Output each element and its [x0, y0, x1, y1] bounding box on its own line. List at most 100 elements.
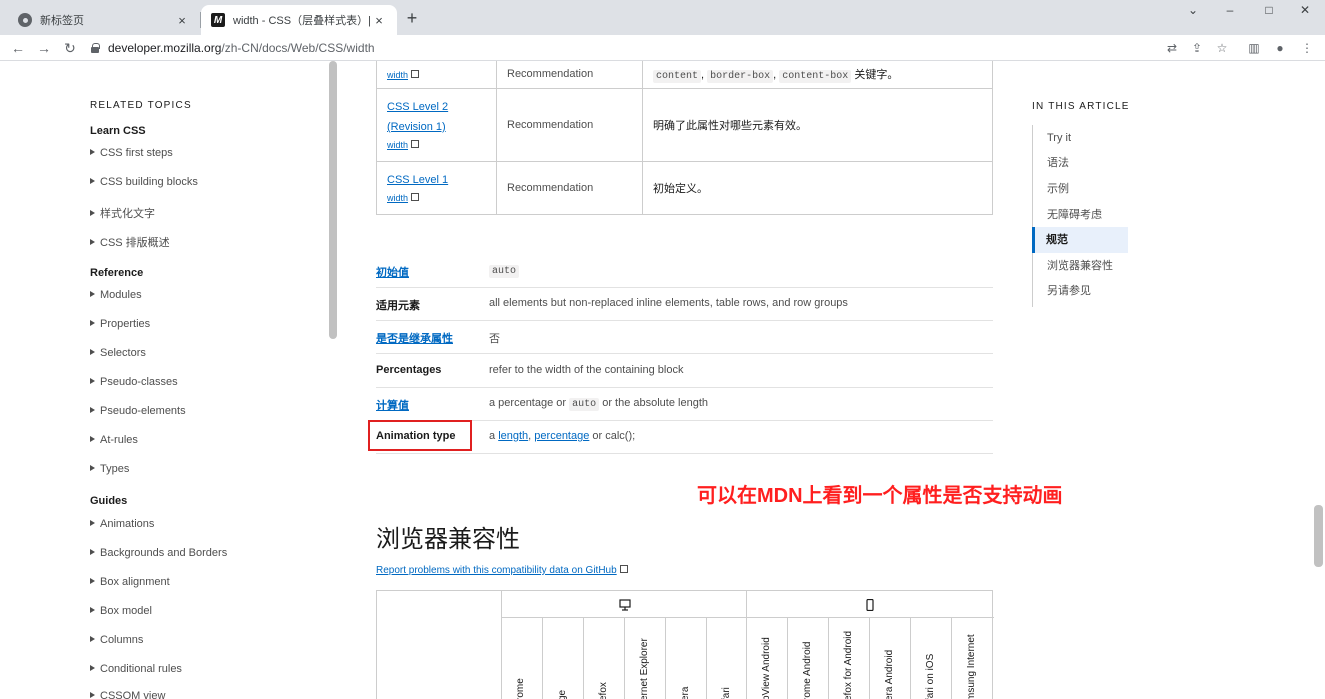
expand-triangle-icon: [90, 665, 95, 671]
close-tab-icon[interactable]: ×: [174, 13, 190, 28]
sidebar-item[interactable]: Conditional rules: [90, 663, 182, 675]
table-row: width Recommendation content, border-box…: [376, 61, 993, 89]
sidebar-item[interactable]: 样式化文字: [90, 205, 155, 221]
length-link[interactable]: length: [498, 430, 528, 442]
prop-value: all elements but non-replaced inline ele…: [489, 297, 848, 309]
compat-heading: 浏览器兼容性: [376, 526, 520, 553]
share-icon[interactable]: ⇪: [1187, 38, 1207, 58]
close-tab-icon[interactable]: ×: [371, 13, 387, 28]
back-button[interactable]: ←: [8, 38, 28, 58]
prop-key: Percentages: [376, 364, 442, 376]
sidebar-item[interactable]: Properties: [90, 318, 150, 330]
sidebar-item[interactable]: Pseudo-classes: [90, 376, 178, 388]
address-bar[interactable]: developer.mozilla.org/zh-CN/docs/Web/CSS…: [90, 38, 1150, 58]
page-scrollbar[interactable]: [1314, 505, 1323, 567]
maximize-button[interactable]: □: [1249, 0, 1289, 20]
sidebar-group-guides: Guides: [90, 495, 128, 507]
toc-list: Try it 语法 示例 无障碍考虑 规范 浏览器兼容性 另请参见: [1032, 125, 1128, 307]
expand-triangle-icon: [90, 578, 95, 584]
spec-cell: width: [376, 61, 497, 89]
prop-value: refer to the width of the containing blo…: [489, 364, 684, 376]
sidebar-item[interactable]: Box alignment: [90, 576, 170, 588]
report-problems-link[interactable]: Report problems with this compatibility …: [376, 565, 628, 576]
prop-row-computed: 计算值 a percentage or auto or the absolute…: [376, 388, 993, 421]
tab-search-icon[interactable]: ⌄: [1173, 0, 1213, 20]
sidebar-item[interactable]: CSS building blocks: [90, 176, 198, 188]
percentage-link[interactable]: percentage: [534, 430, 589, 442]
browser-header: rome: [515, 678, 526, 699]
chrome-icon: [18, 13, 32, 27]
sidebar-item[interactable]: CSS first steps: [90, 147, 173, 159]
sidebar-item[interactable]: CSSOM view: [90, 690, 165, 699]
compat-table: rome ge efox ernet Explorer era fari bVi…: [376, 590, 994, 699]
sidebar-item[interactable]: Types: [90, 463, 129, 475]
status-cell: Recommendation: [496, 161, 643, 215]
new-tab-button[interactable]: +: [402, 8, 422, 28]
tab-new-tab[interactable]: 新标签页 ×: [8, 5, 200, 35]
toc-item[interactable]: 示例: [1033, 176, 1129, 202]
sidebar-item[interactable]: Selectors: [90, 347, 146, 359]
status-cell: Recommendation: [496, 61, 643, 89]
menu-icon[interactable]: ⋮: [1297, 38, 1317, 58]
prop-row-initial: 初始值 auto: [376, 255, 993, 288]
forward-button[interactable]: →: [34, 38, 54, 58]
divider: [542, 617, 543, 699]
minimize-button[interactable]: –: [1210, 0, 1250, 20]
bookmark-star-icon[interactable]: ☆: [1212, 38, 1232, 58]
sidebar-item[interactable]: At-rules: [90, 434, 138, 446]
tab-mdn-width[interactable]: M width - CSS（层叠样式表）| M ×: [201, 5, 397, 35]
close-window-button[interactable]: ✕: [1285, 0, 1325, 20]
expand-triangle-icon: [90, 692, 95, 698]
url-host: developer.mozilla.org: [108, 41, 222, 55]
code-border-box: border-box: [707, 70, 774, 83]
spec-cell: CSS Level 1 width: [376, 161, 497, 215]
profile-icon[interactable]: ●: [1270, 38, 1290, 58]
initial-value-link[interactable]: 初始值: [376, 264, 409, 280]
toc-item[interactable]: 浏览器兼容性: [1033, 253, 1129, 279]
divider: [910, 617, 911, 699]
divider: [706, 617, 707, 699]
toc-item[interactable]: 无障碍考虑: [1033, 202, 1129, 228]
browser-header: ge: [557, 689, 568, 699]
sidebar-item[interactable]: Box model: [90, 605, 152, 617]
spec-sub-link[interactable]: width: [387, 61, 486, 83]
divider: [828, 617, 829, 699]
toc-item-active[interactable]: 规范: [1032, 227, 1128, 253]
sidebar-item[interactable]: Columns: [90, 634, 143, 646]
expand-triangle-icon: [90, 210, 95, 216]
prop-row-inherited: 是否是继承属性 否: [376, 321, 993, 354]
sidebar-scrollbar[interactable]: [329, 61, 337, 339]
toc-item[interactable]: 另请参见: [1033, 278, 1129, 304]
inherited-link[interactable]: 是否是继承属性: [376, 330, 453, 346]
translate-icon[interactable]: ⇄: [1162, 38, 1182, 58]
spec-sub-link[interactable]: width: [387, 137, 486, 153]
browser-header: fari: [721, 687, 732, 699]
toc-item[interactable]: Try it: [1033, 125, 1129, 151]
sidebar-group-reference: Reference: [90, 267, 144, 279]
browser-header: era Android: [884, 649, 895, 699]
browser-header: msung Internet: [966, 634, 977, 699]
sidebar-item[interactable]: Backgrounds and Borders: [90, 547, 227, 559]
expand-triangle-icon: [90, 291, 95, 297]
lock-icon[interactable]: [90, 43, 100, 53]
desktop-icon: [619, 599, 631, 611]
sidebar-item[interactable]: CSS 排版概述: [90, 234, 170, 250]
spec-link-css2[interactable]: CSS Level 2 (Revision 1): [387, 97, 486, 137]
sidebar-item[interactable]: Pseudo-elements: [90, 405, 186, 417]
sidebar-item[interactable]: Animations: [90, 518, 154, 530]
browser-header: efox for Android: [843, 630, 854, 699]
computed-value-link[interactable]: 计算值: [376, 397, 409, 413]
side-panel-icon[interactable]: ▥: [1244, 38, 1264, 58]
spec-sub-link[interactable]: width: [387, 190, 486, 206]
toc-item[interactable]: 语法: [1033, 150, 1129, 176]
toc-heading: IN THIS ARTICLE: [1032, 101, 1130, 112]
tab-bar: 新标签页 × M width - CSS（层叠样式表）| M × + ⌄ – □…: [0, 0, 1325, 35]
sidebar-item[interactable]: Modules: [90, 289, 142, 301]
spec-link-css1[interactable]: CSS Level 1: [387, 170, 486, 190]
reload-button[interactable]: ↻: [60, 38, 80, 58]
prop-row-percentages: Percentages refer to the width of the co…: [376, 355, 993, 388]
mobile-icon: [866, 599, 874, 611]
expand-triangle-icon: [90, 407, 95, 413]
divider: [869, 617, 870, 699]
divider: [951, 617, 952, 699]
